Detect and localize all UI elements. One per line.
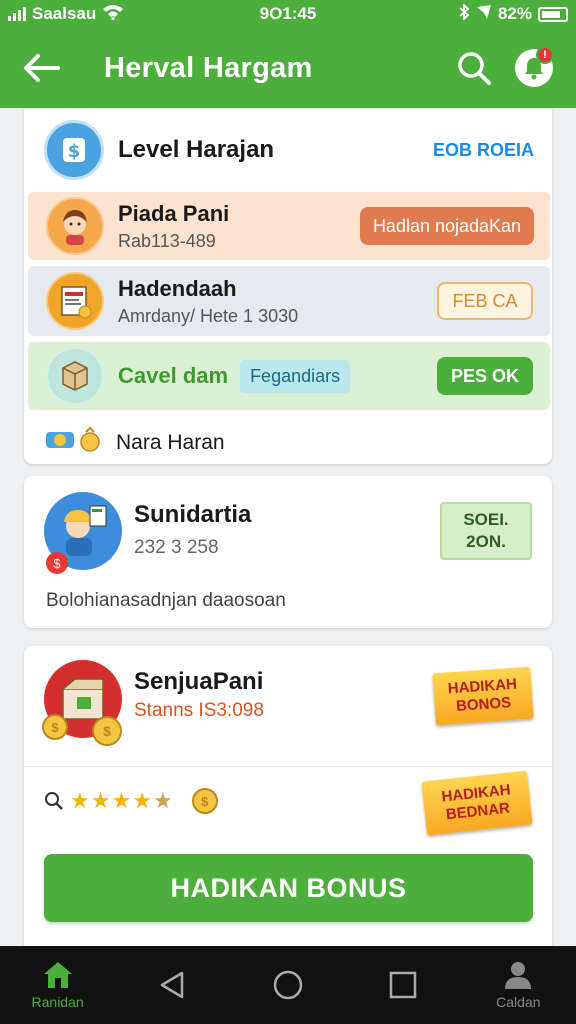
item-subtitle: Rab113-489 <box>118 230 216 251</box>
worker-badge-icon: $ <box>46 552 68 574</box>
notifications-button[interactable]: ! <box>510 44 558 92</box>
level-link[interactable]: EOB ROEIA <box>433 140 534 161</box>
item-subtitle: Amrdany/ Hete 1 3030 <box>118 305 299 326</box>
item-title: Piada Pani <box>118 200 230 226</box>
star-icon: ★ <box>111 788 132 813</box>
wifi-icon <box>102 4 124 25</box>
pes-ok-button[interactable]: PES OK <box>437 357 533 395</box>
bonus-sticker[interactable]: HADIKAH BONOS <box>432 666 534 726</box>
circle-home-icon <box>273 970 303 1000</box>
bluetooth-icon <box>458 2 470 25</box>
claim-bonus-button[interactable]: HADIKAN BONUS <box>44 854 533 922</box>
feb-button[interactable]: FEB CA <box>437 282 533 320</box>
coins-icon <box>44 426 106 459</box>
gold-coin-icon: $ <box>92 716 122 746</box>
home-icon <box>43 962 72 988</box>
app-bar: Herval Hargam ! <box>0 28 576 108</box>
nav-profile-label: Caldan <box>496 994 541 1010</box>
star-icon: ★ <box>152 788 173 813</box>
tag-chip: Fegandiars <box>240 359 351 393</box>
level-title: Level Harajan <box>118 136 275 163</box>
notification-badge: ! <box>536 46 554 64</box>
profile-name: Sunidartia <box>134 501 252 528</box>
hadlan-button[interactable]: Hadlan nojadaKan <box>360 207 534 245</box>
status-line1: SOEI. <box>463 510 509 529</box>
nav-home-label: Ranidan <box>31 994 84 1010</box>
triangle-back-icon <box>160 971 184 999</box>
bonus-subtitle: Stanns IS3:098 <box>134 700 264 721</box>
nav-back[interactable] <box>128 950 218 1020</box>
profile-number: 232 3 258 <box>134 537 219 558</box>
content-area: $ Level Harajan EOB ROEIA Piada Pani Rab… <box>0 108 576 946</box>
nav-recents[interactable] <box>358 950 448 1020</box>
status-bar: Saalsau 9O1:45 82% <box>0 0 576 28</box>
profile-status-badge[interactable]: SOEI. 2ON. <box>440 502 532 560</box>
clock: 9O1:45 <box>259 4 317 23</box>
nara-row[interactable]: Nara Haran <box>44 426 225 459</box>
nav-profile[interactable]: Caldan <box>473 950 563 1020</box>
nav-home-circle[interactable] <box>243 950 333 1020</box>
search-icon <box>458 52 491 85</box>
location-icon <box>476 4 492 25</box>
document-icon <box>46 272 104 330</box>
nav-home[interactable]: Ranidan <box>13 950 103 1020</box>
search-button[interactable] <box>450 44 498 92</box>
nara-label: Nara Haran <box>116 430 225 454</box>
bonus-sticker-secondary[interactable]: HADIKAH BEDNAR <box>421 770 533 836</box>
box-icon <box>46 347 104 405</box>
gold-coin-icon: $ <box>42 714 68 740</box>
square-recents-icon <box>389 971 417 999</box>
star-icon: ★ <box>132 788 152 813</box>
svg-text:$: $ <box>68 141 81 162</box>
navigation-bar: Ranidan Caldan <box>0 946 576 1024</box>
status-line2: 2ON. <box>466 532 506 551</box>
battery-icon <box>538 6 568 22</box>
sticker-line2: BONOS <box>455 694 512 715</box>
bonus-name: SenjuaPani <box>134 668 264 695</box>
signal-icon <box>8 7 26 21</box>
page-title: Herval Hargam <box>104 51 313 84</box>
gold-coin-icon: $ <box>191 788 218 814</box>
item-title: Cavel dam <box>118 363 229 388</box>
profile-description: Bolohianasadnjan daaosoan <box>46 590 286 611</box>
rating-row: ★ ★ ★ ★ ★ $ <box>44 788 218 814</box>
rating-stars: ★ ★ ★ ★ ★ <box>70 790 174 812</box>
level-icon: $ <box>44 120 104 180</box>
divider <box>24 766 552 767</box>
star-icon: ★ <box>90 788 111 813</box>
item-title: Hadendaah <box>118 275 237 301</box>
search-icon <box>45 792 63 810</box>
level-header: $ Level Harajan EOB ROEIA <box>44 116 534 184</box>
person-icon <box>505 962 532 989</box>
child-avatar <box>46 197 104 255</box>
battery-percent: 82% <box>497 4 532 23</box>
carrier-label: Saalsau <box>32 4 97 23</box>
star-icon: ★ <box>70 788 90 813</box>
back-button[interactable] <box>18 44 66 92</box>
arrow-left-icon <box>24 54 60 82</box>
